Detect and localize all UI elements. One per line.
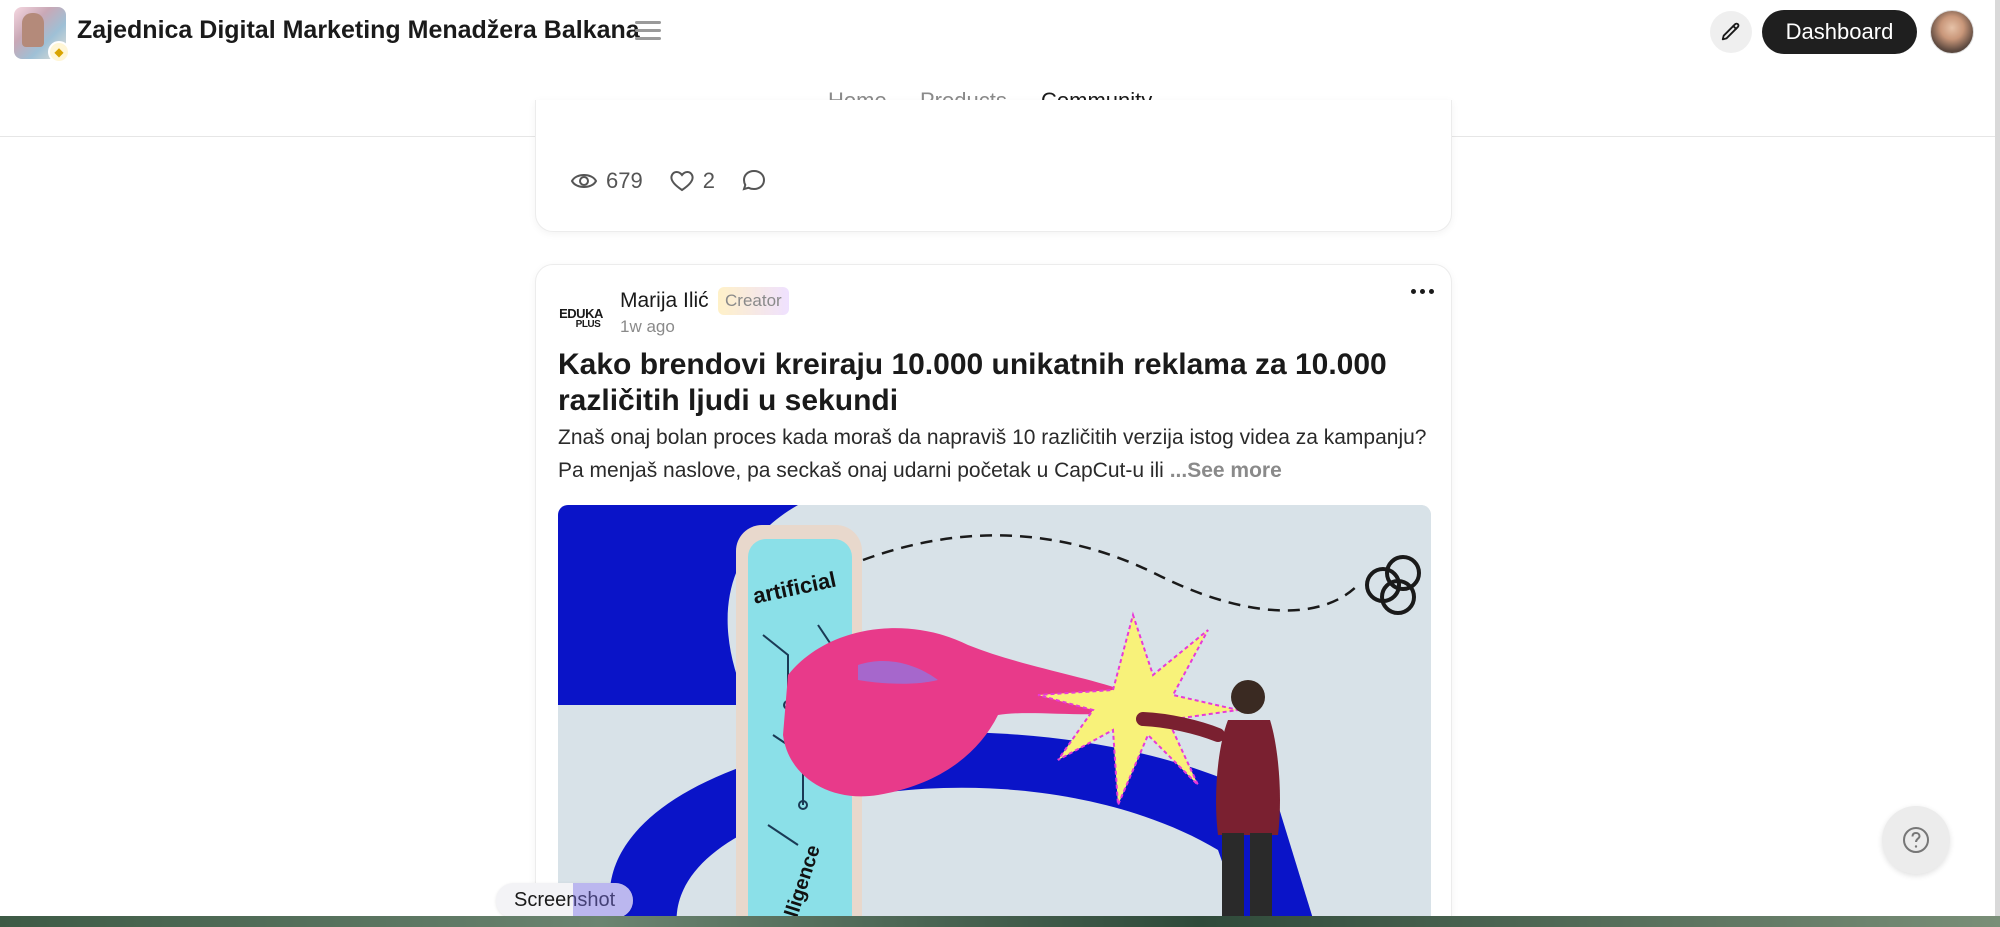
edit-button[interactable] bbox=[1710, 11, 1752, 53]
more-options-icon[interactable] bbox=[1411, 287, 1435, 297]
creator-badge: Creator bbox=[718, 287, 789, 315]
page: ◆ Zajednica Digital Marketing Menadžera … bbox=[0, 0, 1995, 916]
post-timestamp: 1w ago bbox=[620, 317, 675, 336]
logo-portrait bbox=[22, 13, 44, 47]
diamond-badge-icon: ◆ bbox=[48, 41, 70, 63]
author-logo-subtext: PLUS bbox=[575, 318, 601, 330]
question-circle-icon bbox=[1903, 827, 1929, 853]
pencil-icon bbox=[1721, 22, 1740, 41]
likes-count: 2 bbox=[702, 168, 715, 193]
site-title[interactable]: Zajednica Digital Marketing Menadžera Ba… bbox=[77, 16, 640, 45]
dashboard-button[interactable]: Dashboard bbox=[1762, 10, 1917, 54]
desktop-background-strip bbox=[0, 916, 2000, 927]
author-logo-text: EDUKA bbox=[559, 305, 603, 321]
heart-icon bbox=[670, 171, 694, 192]
eye-icon bbox=[570, 174, 598, 188]
author-avatar[interactable]: EDUKA PLUS bbox=[558, 295, 604, 341]
comment-icon bbox=[742, 169, 765, 191]
hamburger-menu-icon[interactable] bbox=[635, 21, 661, 41]
help-button[interactable] bbox=[1882, 806, 1950, 874]
see-more-link[interactable]: ...See more bbox=[1170, 459, 1282, 482]
community-logo[interactable]: ◆ bbox=[14, 7, 70, 63]
post-body: Znaš onaj bolan proces kada moraš da nap… bbox=[558, 421, 1438, 487]
previous-post-card: 679 2 bbox=[535, 100, 1452, 232]
window-edge bbox=[1995, 0, 2000, 927]
user-avatar[interactable] bbox=[1930, 10, 1974, 54]
screenshot-overlay[interactable]: Screenshot bbox=[496, 883, 634, 916]
views-stat: 679 bbox=[570, 168, 643, 194]
author-name[interactable]: Marija Ilić bbox=[620, 289, 709, 313]
views-count: 679 bbox=[606, 168, 643, 193]
post-image[interactable]: artificial intelligence bbox=[558, 505, 1431, 916]
ai-illustration: artificial intelligence bbox=[558, 505, 1431, 916]
post-stats: 679 2 bbox=[570, 168, 801, 194]
post-card: EDUKA PLUS Marija Ilić Creator 1w ago Ka… bbox=[535, 264, 1452, 916]
post-title[interactable]: Kako brendovi kreiraju 10.000 unikatnih … bbox=[558, 347, 1428, 419]
comments-stat[interactable] bbox=[741, 168, 775, 194]
likes-stat[interactable]: 2 bbox=[669, 168, 715, 194]
post-body-text: Znaš onaj bolan proces kada moraš da nap… bbox=[558, 426, 1427, 482]
